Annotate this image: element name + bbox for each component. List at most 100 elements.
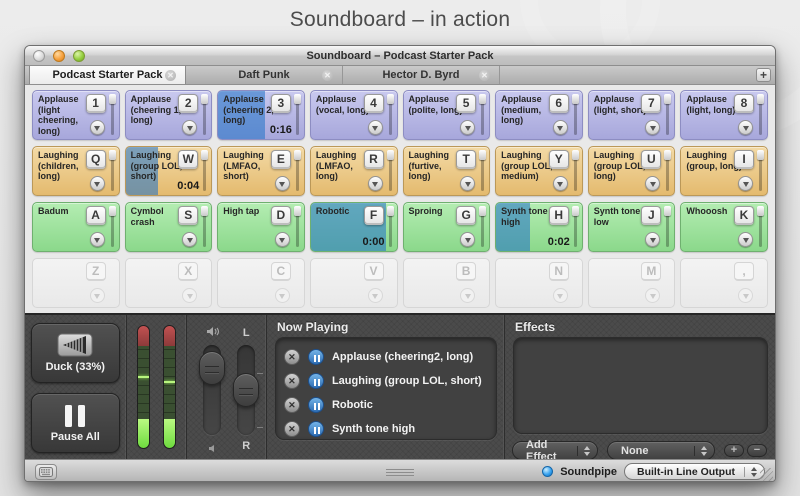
pad-volume-slider[interactable] <box>294 206 301 248</box>
pad-J[interactable]: Synth tone lowJ <box>588 202 676 252</box>
pad-volume-slider[interactable] <box>387 94 394 136</box>
close-tab-icon[interactable]: ✕ <box>322 70 333 81</box>
add-tab-button[interactable]: + <box>756 68 771 82</box>
keyboard-toggle-button[interactable] <box>35 464 57 480</box>
pad-slider-thumb[interactable] <box>201 206 208 216</box>
add-effect-plus-button[interactable]: + <box>724 444 744 457</box>
pad-W[interactable]: Laughing (group LOL, short)W0:04 <box>125 146 213 196</box>
pad-menu-button[interactable] <box>738 288 753 303</box>
pad-volume-slider[interactable] <box>479 94 486 136</box>
pad-menu-button[interactable] <box>645 232 660 247</box>
pad-volume-slider[interactable] <box>572 206 579 248</box>
pad-slider-thumb[interactable] <box>387 150 394 160</box>
pad-H[interactable]: Synth tone highH0:02 <box>495 202 583 252</box>
pad-menu-button[interactable] <box>368 120 383 135</box>
pad-menu-button[interactable] <box>460 288 475 303</box>
pad-empty-,[interactable]: , <box>680 258 768 308</box>
pad-menu-button[interactable] <box>90 176 105 191</box>
pad-slider-thumb[interactable] <box>201 94 208 104</box>
pad-volume-slider[interactable] <box>109 94 116 136</box>
pause-sound-button[interactable] <box>308 397 324 413</box>
pad-6[interactable]: Applause (medium, long)6 <box>495 90 583 140</box>
pad-empty-N[interactable]: N <box>495 258 583 308</box>
pad-F[interactable]: RoboticF0:00 <box>310 202 398 252</box>
pad-volume-slider[interactable] <box>664 150 671 192</box>
duck-button[interactable]: Duck (33%) <box>31 323 120 383</box>
volume-slider-thumb[interactable] <box>199 351 225 385</box>
pad-T[interactable]: Laughing (furtive, long)T <box>403 146 491 196</box>
pad-menu-button[interactable] <box>738 232 753 247</box>
balance-slider[interactable] <box>237 345 255 435</box>
pause-sound-button[interactable] <box>308 373 324 389</box>
pad-4[interactable]: Applause (vocal, long)4 <box>310 90 398 140</box>
pad-volume-slider[interactable] <box>109 150 116 192</box>
pad-menu-button[interactable] <box>90 232 105 247</box>
tab-hector-d-byrd[interactable]: Hector D. Byrd ✕ <box>343 66 500 84</box>
pad-slider-thumb[interactable] <box>572 150 579 160</box>
effect-preset-dropdown[interactable]: None <box>607 441 715 460</box>
pad-slider-thumb[interactable] <box>109 94 116 104</box>
pause-all-button[interactable]: Pause All <box>31 393 120 453</box>
pad-menu-button[interactable] <box>645 176 660 191</box>
stop-sound-button[interactable]: ✕ <box>284 397 300 413</box>
pad-volume-slider[interactable] <box>664 94 671 136</box>
pad-volume-slider[interactable] <box>479 206 486 248</box>
pad-menu-button[interactable] <box>182 232 197 247</box>
pad-volume-slider[interactable] <box>757 150 764 192</box>
pad-S[interactable]: Cymbol crashS <box>125 202 213 252</box>
pad-menu-button[interactable] <box>368 288 383 303</box>
pad-K[interactable]: WhoooshK <box>680 202 768 252</box>
pad-menu-button[interactable] <box>460 176 475 191</box>
pad-volume-slider[interactable] <box>294 150 301 192</box>
pad-menu-button[interactable] <box>645 120 660 135</box>
pad-I[interactable]: Laughing (group, long)I <box>680 146 768 196</box>
close-tab-icon[interactable]: ✕ <box>165 70 176 81</box>
pad-slider-thumb[interactable] <box>572 94 579 104</box>
pad-slider-thumb[interactable] <box>294 150 301 160</box>
pad-menu-button[interactable] <box>553 288 568 303</box>
pad-menu-button[interactable] <box>368 176 383 191</box>
pad-menu-button[interactable] <box>738 120 753 135</box>
pad-menu-button[interactable] <box>645 288 660 303</box>
pad-slider-thumb[interactable] <box>109 150 116 160</box>
pad-volume-slider[interactable] <box>757 206 764 248</box>
pad-7[interactable]: Applause (light, short)7 <box>588 90 676 140</box>
pad-volume-slider[interactable] <box>757 94 764 136</box>
pad-8[interactable]: Applause (light, long)8 <box>680 90 768 140</box>
pad-menu-button[interactable] <box>553 120 568 135</box>
pad-menu-button[interactable] <box>90 120 105 135</box>
minimize-window-button[interactable] <box>53 50 65 62</box>
pad-Q[interactable]: Laughing (children, long)Q <box>32 146 120 196</box>
pad-5[interactable]: Applause (polite, long)5 <box>403 90 491 140</box>
stop-sound-button[interactable]: ✕ <box>284 421 300 437</box>
pad-volume-slider[interactable] <box>294 94 301 136</box>
pad-slider-thumb[interactable] <box>757 150 764 160</box>
pad-slider-thumb[interactable] <box>664 94 671 104</box>
pause-sound-button[interactable] <box>308 349 324 365</box>
pad-empty-X[interactable]: X <box>125 258 213 308</box>
pad-R[interactable]: Laughing (LMFAO, long)R <box>310 146 398 196</box>
pad-volume-slider[interactable] <box>572 150 579 192</box>
pad-slider-thumb[interactable] <box>109 206 116 216</box>
pad-slider-thumb[interactable] <box>387 206 394 216</box>
pad-D[interactable]: High tapD <box>217 202 305 252</box>
divider-grip[interactable] <box>386 469 414 476</box>
pad-empty-B[interactable]: B <box>403 258 491 308</box>
pad-E[interactable]: Laughing (LMFAO, short)E <box>217 146 305 196</box>
output-device-dropdown[interactable]: Built-in Line Output <box>624 463 765 480</box>
close-window-button[interactable] <box>33 50 45 62</box>
pad-empty-Z[interactable]: Z <box>32 258 120 308</box>
tab-podcast-starter-pack[interactable]: Podcast Starter Pack ✕ <box>29 66 186 84</box>
pad-Y[interactable]: Laughing (group LOL, medium)Y <box>495 146 583 196</box>
pad-slider-thumb[interactable] <box>294 94 301 104</box>
pad-volume-slider[interactable] <box>479 150 486 192</box>
pad-menu-button[interactable] <box>460 120 475 135</box>
pad-slider-thumb[interactable] <box>479 206 486 216</box>
pad-2[interactable]: Applause (cheering 1, long)2 <box>125 90 213 140</box>
pad-slider-thumb[interactable] <box>664 206 671 216</box>
pad-volume-slider[interactable] <box>572 94 579 136</box>
tab-daft-punk[interactable]: Daft Punk ✕ <box>186 66 343 84</box>
pad-volume-slider[interactable] <box>109 206 116 248</box>
pad-3[interactable]: Applause (cheering 2, long)30:16 <box>217 90 305 140</box>
pad-slider-thumb[interactable] <box>664 150 671 160</box>
